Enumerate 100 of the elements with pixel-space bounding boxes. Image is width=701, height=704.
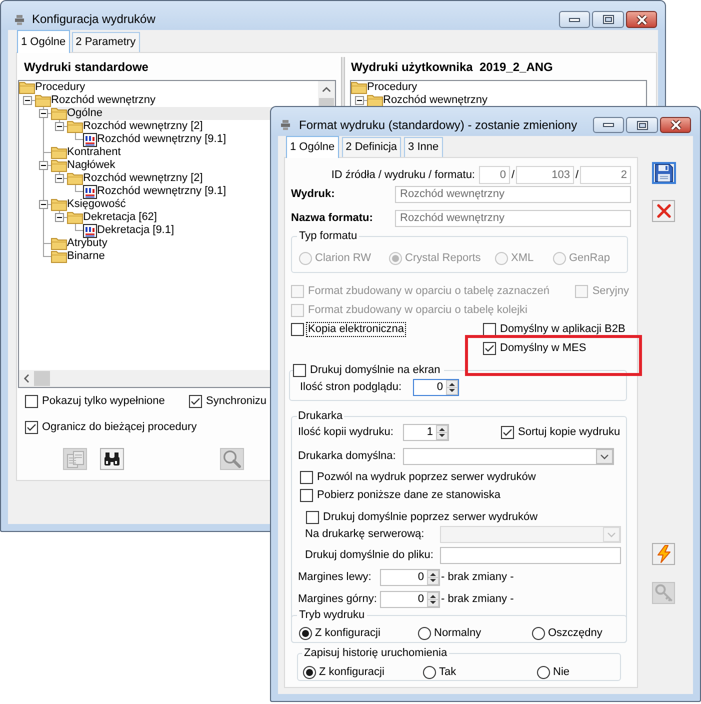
scroll-thumb[interactable] (34, 371, 50, 386)
collapse-icon[interactable] (55, 213, 64, 222)
checkbox-label: Ogranicz do bieżącej procedury (41, 420, 198, 435)
cancel-button[interactable] (652, 200, 675, 222)
checkbox[interactable] (300, 488, 313, 502)
folder-icon (67, 120, 83, 133)
close-button[interactable] (660, 117, 691, 133)
cross-icon (656, 204, 670, 218)
minimize-button[interactable] (593, 117, 624, 133)
tab[interactable]: 3 Inne (404, 137, 443, 157)
collapse-icon[interactable] (39, 109, 48, 118)
run-button[interactable] (652, 543, 675, 565)
close-button[interactable] (626, 11, 657, 28)
checkbox[interactable] (483, 323, 496, 336)
checkbox[interactable] (291, 323, 304, 336)
spin-field[interactable]: 0 (380, 591, 440, 608)
group-title: Zapisuj historię uruchomienia (303, 647, 448, 660)
text-field[interactable] (440, 547, 621, 564)
spin-field[interactable]: 0 (413, 379, 459, 396)
radio-label: Tak (439, 666, 456, 678)
panel-heading: Wydruki standardowe (23, 60, 150, 74)
collapse-icon[interactable] (39, 161, 48, 170)
tree-item[interactable]: Dekretacja [62] (67, 211, 159, 224)
group-title: Tryb wydruku (298, 609, 366, 622)
tree-item[interactable]: Procedury (19, 81, 88, 94)
radio-label: GenRap (569, 252, 610, 264)
maximize-icon (602, 15, 614, 24)
checkbox-label: Drukuj domyślnie poprzez serwer wydruków (322, 510, 539, 524)
report-icon (83, 132, 97, 146)
checkbox[interactable] (189, 395, 202, 408)
tab[interactable]: 1 Ogólne (286, 136, 339, 158)
scroll-up-icon[interactable] (322, 87, 331, 92)
folder-icon (67, 172, 83, 185)
collapse-icon[interactable] (355, 96, 364, 105)
checkbox[interactable] (501, 426, 514, 439)
maximize-button[interactable] (592, 11, 624, 28)
collapse-icon[interactable] (39, 200, 48, 209)
tree-item[interactable]: Rozchód wewnętrzny [2] (67, 120, 205, 133)
radio-button[interactable] (418, 626, 431, 640)
radio-button[interactable] (299, 626, 312, 640)
spin-arrows-icon[interactable] (427, 570, 439, 585)
checkbox-label: Format zbudowany w oparciu o tabelę kolejki (307, 303, 529, 318)
find-button[interactable] (100, 448, 124, 470)
close-icon (636, 14, 648, 24)
tab[interactable]: 1 Ogólne (17, 30, 70, 53)
collapse-icon[interactable] (55, 122, 64, 131)
tree-item[interactable]: Nagłówek (51, 159, 118, 172)
checkbox[interactable] (300, 470, 313, 484)
checkbox-label: Kopia elektroniczna (306, 322, 406, 337)
tab[interactable]: 2 Parametry (72, 32, 140, 52)
radio-button[interactable] (532, 626, 545, 640)
tree-item[interactable]: Atrybuty (51, 237, 110, 250)
group-title: Typ formatu (298, 230, 358, 243)
checkbox[interactable] (25, 421, 38, 434)
report-icon (83, 224, 97, 238)
tree-item[interactable]: Rozchód wewnętrzny [2] (67, 172, 205, 185)
scroll-left-icon[interactable] (24, 374, 29, 383)
tab[interactable]: 2 Definicja (342, 137, 402, 157)
tree-item[interactable]: Rozchód wewnętrzny [9.1] (83, 185, 228, 198)
radio-label: Clarion RW (315, 252, 372, 264)
documents-icon (66, 450, 84, 468)
tree-item[interactable]: Księgowość (51, 198, 128, 211)
checkbox-label: Sortuj kopie wydruku (517, 425, 622, 440)
spin-arrows-icon[interactable] (427, 592, 439, 607)
checkbox[interactable] (293, 364, 306, 377)
spin-field[interactable]: 1 (403, 424, 449, 441)
magnifier-icon (223, 450, 241, 468)
save-button[interactable] (652, 162, 676, 184)
maximize-button[interactable] (626, 117, 658, 133)
spin-arrows-icon[interactable] (436, 425, 448, 440)
group-title: Drukarka (297, 410, 344, 423)
field-label: Ilość stron podglądu: (300, 381, 403, 394)
chevron-down-icon[interactable] (596, 449, 613, 464)
minimize-icon (603, 123, 614, 127)
minimize-button[interactable] (559, 11, 590, 28)
checkbox[interactable] (306, 510, 319, 524)
collapse-icon[interactable] (55, 174, 64, 183)
tree-item[interactable]: Procedury (351, 81, 420, 94)
window-title: Konfiguracja wydruków (32, 12, 156, 27)
tree-item[interactable]: Binarne (51, 250, 107, 263)
checkbox[interactable] (483, 342, 496, 355)
folder-icon (367, 94, 383, 107)
spin-arrows-icon[interactable] (446, 380, 458, 395)
tree-item[interactable]: Kontrahent (51, 146, 123, 159)
radio-button[interactable] (537, 666, 550, 678)
radio-button[interactable] (303, 666, 316, 678)
radio-button[interactable] (423, 666, 436, 678)
separator-text: / (510, 168, 516, 182)
checkbox[interactable] (25, 395, 38, 408)
tree-item[interactable]: Rozchód wewnętrzny (35, 94, 158, 107)
collapse-icon[interactable] (23, 96, 32, 105)
tree-item[interactable]: Dekretacja [9.1] (83, 224, 176, 237)
field-note: - brak zmiany - (441, 593, 514, 606)
tree-item[interactable]: Rozchód wewnętrzny [9.1] (83, 133, 228, 146)
spin-field[interactable]: 0 (380, 569, 440, 586)
separator-text: / (574, 168, 580, 182)
field-label: Na drukarkę serwerową: (305, 528, 426, 541)
checkbox-label: Format zbudowany w oparciu o tabelę zaznaczeń (307, 284, 551, 299)
radio-label: XML (511, 252, 534, 264)
field-label: Drukarka domyślna: (298, 450, 397, 463)
